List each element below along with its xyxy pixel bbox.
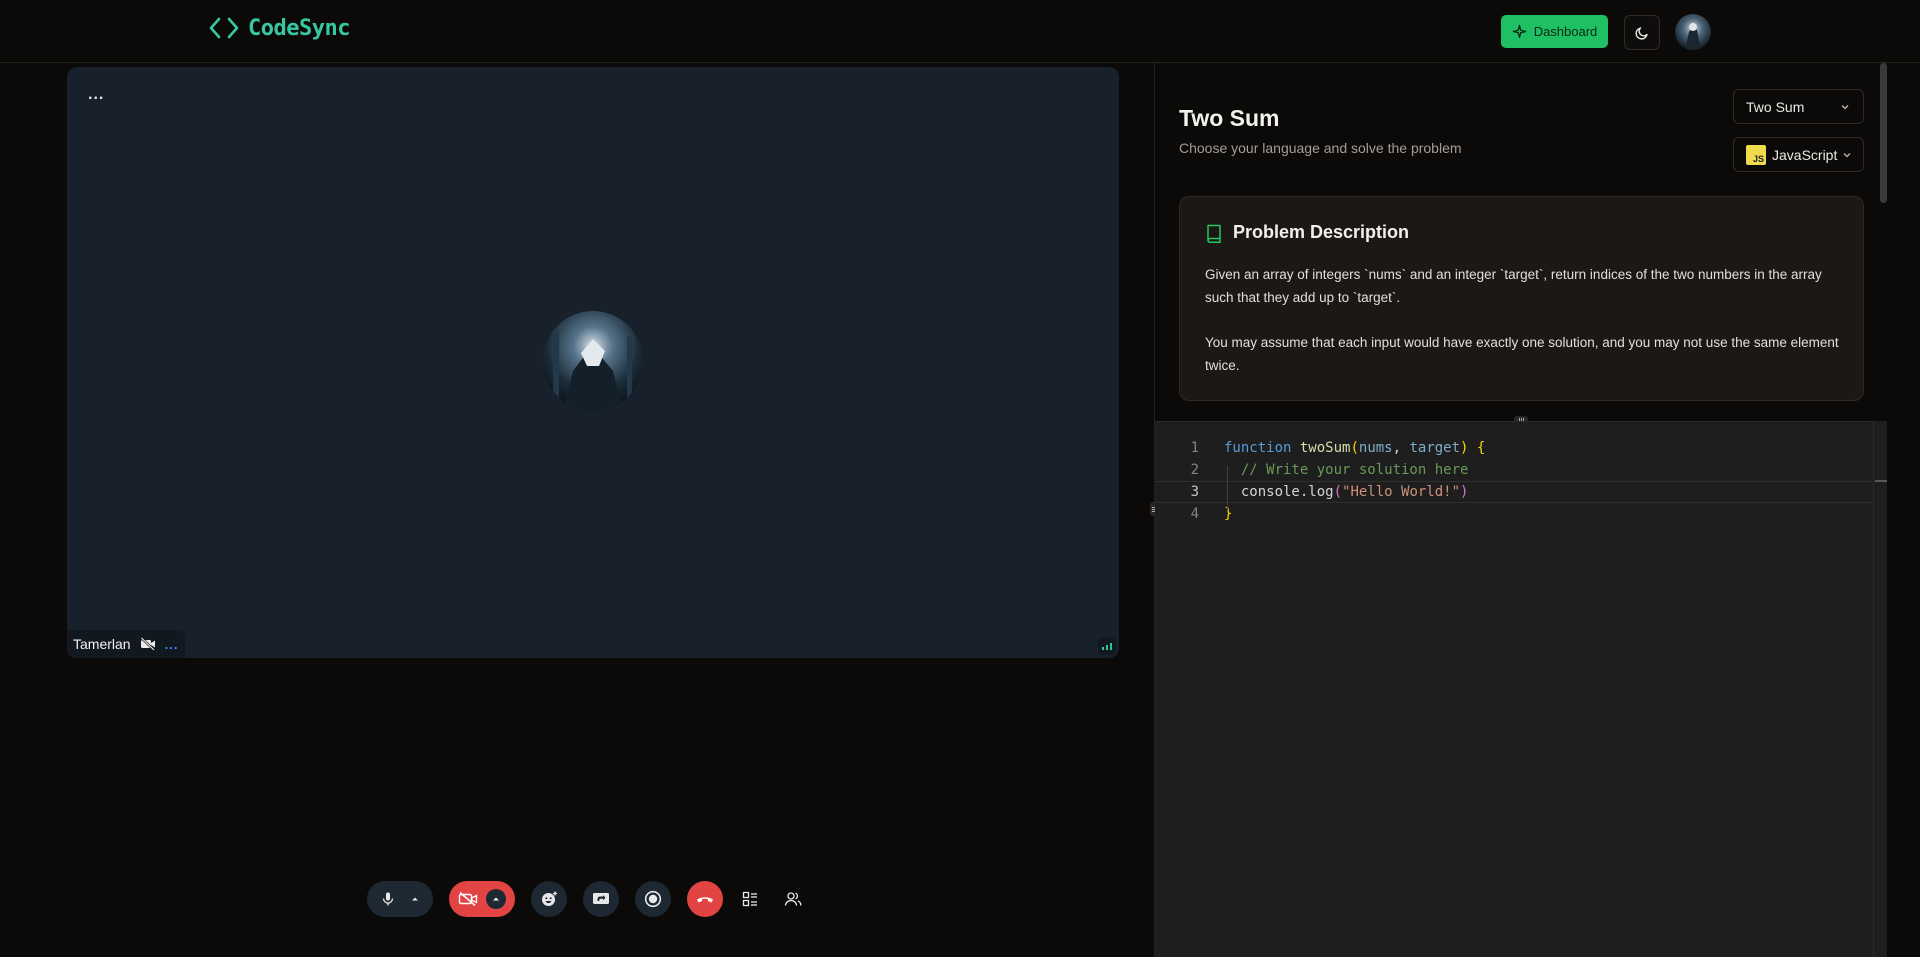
list-layout-icon xyxy=(742,891,757,907)
panel-scrollbar[interactable] xyxy=(1880,63,1887,203)
user-avatar[interactable] xyxy=(1675,14,1711,50)
microphone-icon xyxy=(382,892,394,906)
participant-avatar xyxy=(543,311,643,411)
tile-options-button[interactable]: ... xyxy=(88,86,104,104)
moon-icon xyxy=(1635,26,1648,40)
description-paragraph-1: Given an array of integers `nums` and an… xyxy=(1205,267,1822,305)
code-text: function twoSum(nums, target) { xyxy=(1224,440,1486,456)
book-icon xyxy=(1207,224,1221,243)
dashboard-button[interactable]: Dashboard xyxy=(1501,15,1608,48)
avatar-image xyxy=(1675,14,1711,50)
camera-options-caret[interactable] xyxy=(486,889,506,909)
description-paragraph-2: You may assume that each input would hav… xyxy=(1205,335,1839,373)
leave-call-button[interactable] xyxy=(687,881,723,917)
code-line-current[interactable]: 3 console.log("Hello World!") xyxy=(1155,481,1872,503)
problem-select[interactable]: Two Sum xyxy=(1733,89,1864,124)
line-number: 2 xyxy=(1190,462,1199,478)
problem-subtitle: Choose your language and solve the probl… xyxy=(1179,140,1462,156)
chevron-down-icon xyxy=(1841,104,1849,109)
editor-scrollbar[interactable] xyxy=(1873,421,1887,957)
code-text: // Write your solution here xyxy=(1240,462,1469,478)
camera-off-icon xyxy=(140,637,155,651)
language-select-value: JavaScript xyxy=(1772,146,1838,163)
chevron-down-icon xyxy=(1843,152,1851,157)
network-quality-icon xyxy=(1098,637,1116,655)
code-editor[interactable]: 1 function twoSum(nums, target) { 2 // W… xyxy=(1155,421,1887,957)
problem-title: Two Sum xyxy=(1179,105,1280,131)
theme-toggle-button[interactable] xyxy=(1624,15,1660,50)
dashboard-label: Dashboard xyxy=(1533,24,1598,39)
participant-avatar-image xyxy=(543,311,643,411)
screen-share-button[interactable] xyxy=(583,881,619,917)
code-line[interactable]: 2 // Write your solution here xyxy=(1155,459,1872,481)
users-icon xyxy=(784,892,802,906)
javascript-icon: JS xyxy=(1746,144,1766,165)
record-button[interactable] xyxy=(635,881,671,917)
layout-button[interactable] xyxy=(735,881,765,917)
mic-options-caret-icon[interactable] xyxy=(410,894,420,904)
microphone-control[interactable] xyxy=(367,881,433,917)
code-text: } xyxy=(1224,506,1233,522)
participant-options-button[interactable]: ... xyxy=(165,637,179,652)
logo[interactable]: CodeSync xyxy=(208,14,350,42)
line-number: 4 xyxy=(1190,506,1199,522)
code-line[interactable]: 1 function twoSum(nums, target) { xyxy=(1155,437,1872,459)
problem-description-card: Problem Description Given an array of in… xyxy=(1179,196,1864,401)
code-brackets-icon xyxy=(209,17,239,39)
screen-share-icon xyxy=(593,893,609,904)
participant-name-tag: Tamerlan ... xyxy=(67,630,186,658)
hang-up-icon xyxy=(697,897,713,903)
participant-name: Tamerlan xyxy=(73,636,131,652)
editor-scroll-marker xyxy=(1875,480,1887,482)
language-select[interactable]: JS JavaScript xyxy=(1733,137,1864,172)
participants-button[interactable] xyxy=(778,881,808,917)
sparkle-icon xyxy=(1512,24,1526,39)
record-icon xyxy=(644,890,662,908)
camera-off-icon xyxy=(458,891,478,907)
emoji-add-icon xyxy=(542,891,557,906)
description-heading: Problem Description xyxy=(1205,222,1409,243)
camera-control[interactable] xyxy=(449,881,515,917)
indent-guide xyxy=(1227,466,1228,510)
caret-up-icon xyxy=(493,897,499,901)
top-bar: CodeSync Dashboard xyxy=(0,0,1920,63)
code-text: console.log("Hello World!") xyxy=(1240,484,1469,500)
logo-text: CodeSync xyxy=(248,15,350,41)
description-heading-text: Problem Description xyxy=(1233,222,1410,242)
code-line[interactable]: 4 } xyxy=(1155,503,1872,525)
reactions-button[interactable] xyxy=(531,881,567,917)
problem-select-value: Two Sum xyxy=(1746,98,1805,115)
line-number: 1 xyxy=(1190,440,1199,456)
line-number: 3 xyxy=(1190,484,1199,500)
